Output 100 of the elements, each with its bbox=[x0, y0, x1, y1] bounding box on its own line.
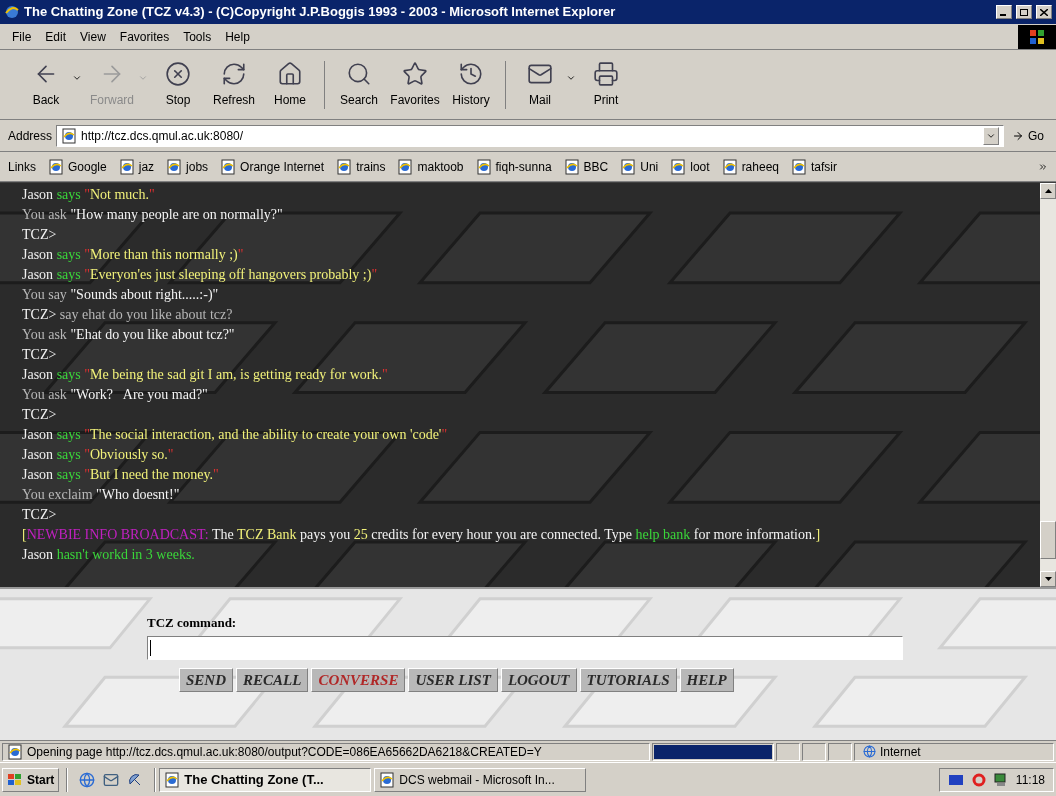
chat-line: [NEWBIE INFO BROADCAST: The TCZ Bank pays you 25 credits for every hour you are connected. Type help bank for more information.] bbox=[22, 526, 821, 544]
menu-item[interactable]: Tools bbox=[183, 27, 212, 46]
command-label: TCZ command: bbox=[147, 614, 238, 632]
toolbar-button[interactable]: Stop bbox=[152, 60, 204, 109]
chat-line: Jason says "More than this normally ;)" bbox=[22, 246, 244, 264]
link-button[interactable]: Google bbox=[48, 157, 107, 176]
close-icon bbox=[1040, 8, 1048, 16]
toolbar-button[interactable]: Search bbox=[333, 60, 385, 109]
link-button[interactable]: BBC bbox=[563, 157, 609, 176]
menu-item[interactable]: Help bbox=[225, 27, 250, 46]
chat-line: Jason says "The social interaction, and the ability to create your own 'code'" bbox=[22, 426, 448, 444]
page-icon bbox=[118, 158, 135, 175]
chat-line: TCZ> bbox=[22, 506, 57, 524]
scroll-thumb[interactable] bbox=[1040, 521, 1056, 559]
address-label: Address bbox=[8, 127, 53, 145]
link-button[interactable]: fiqh-sunna bbox=[475, 157, 552, 176]
envelope-icon[interactable] bbox=[103, 771, 120, 788]
link-button[interactable]: trains bbox=[336, 157, 386, 176]
chat-line: You exclaim "Who doesnt!" bbox=[22, 486, 180, 504]
go-arrow-icon bbox=[1012, 129, 1024, 142]
close-circle-icon bbox=[165, 60, 191, 87]
link-button[interactable]: maktoob bbox=[397, 157, 464, 176]
address-field[interactable]: http://tcz.dcs.qmul.ac.uk:8080/ bbox=[56, 124, 1004, 147]
go-button[interactable]: Go bbox=[1008, 126, 1048, 145]
menu-item[interactable]: Edit bbox=[45, 27, 67, 46]
chat-line: You ask "Ehat do you like about tcz?" bbox=[22, 326, 235, 344]
chat-line: Jason hasn't workd in 3 weeks. bbox=[22, 546, 195, 564]
refresh-icon bbox=[221, 60, 247, 87]
ring-icon bbox=[971, 772, 986, 787]
printer-icon bbox=[593, 60, 619, 87]
chat-line: You ask "How many people are on normally?" bbox=[22, 206, 283, 224]
command-button[interactable]: RECALL bbox=[236, 667, 309, 692]
scroll-down-icon[interactable] bbox=[1044, 577, 1052, 581]
link-button[interactable]: loot bbox=[670, 157, 710, 176]
network-icon bbox=[947, 772, 964, 787]
status-text: Opening page http://tcz.dcs.qmul.ac.uk:8080/output?CODE=086EA65662DA6218&CREATED=Y bbox=[2, 742, 650, 761]
links-label: Links bbox=[8, 158, 36, 176]
toolbar-button[interactable]: History bbox=[445, 60, 497, 109]
page-icon bbox=[61, 127, 78, 144]
command-button[interactable]: HELP bbox=[679, 667, 734, 692]
menu-item[interactable]: Favorites bbox=[119, 27, 170, 46]
command-button[interactable]: SEND bbox=[179, 667, 233, 692]
command-button[interactable]: USER LIST bbox=[408, 667, 498, 692]
start-button[interactable]: Start bbox=[2, 767, 60, 792]
browser-icon bbox=[4, 4, 20, 20]
page-icon bbox=[164, 771, 181, 788]
clock-icon bbox=[458, 60, 484, 87]
throbber-icon bbox=[1018, 24, 1056, 49]
chat-line: TCZ> bbox=[22, 226, 57, 244]
command-button[interactable]: TUTORIALS bbox=[579, 667, 677, 692]
globe-icon[interactable] bbox=[79, 771, 96, 788]
command-button[interactable]: LOGOUT bbox=[500, 667, 577, 692]
chat-line: You ask "Work? Are you mad?" bbox=[22, 386, 208, 404]
toolbar-button[interactable]: Home bbox=[264, 60, 316, 109]
chat-line: TCZ> say ehat do you like about tcz? bbox=[22, 306, 233, 324]
page-icon bbox=[475, 158, 492, 175]
page-icon bbox=[48, 158, 64, 175]
page-icon bbox=[721, 158, 738, 175]
toolbar-button[interactable]: Print bbox=[580, 60, 632, 109]
maximize-button[interactable] bbox=[1016, 5, 1032, 19]
page-icon bbox=[166, 158, 183, 175]
windows-flag-icon bbox=[7, 772, 23, 787]
star-icon bbox=[402, 60, 428, 87]
link-button[interactable]: jobs bbox=[166, 157, 209, 176]
status-pane bbox=[802, 742, 826, 761]
page-icon bbox=[620, 158, 637, 175]
toolbar-button[interactable]: Favorites bbox=[389, 60, 441, 109]
page-icon bbox=[7, 743, 23, 760]
page-icon bbox=[336, 158, 353, 175]
menu-item[interactable]: View bbox=[80, 27, 106, 46]
taskbar-button[interactable]: DCS webmail - Microsoft In... bbox=[374, 767, 587, 792]
page-icon bbox=[220, 158, 237, 175]
link-button[interactable]: Uni bbox=[620, 157, 659, 176]
chat-line: Jason says "Me being the sad git I am, is getting ready for work." bbox=[22, 366, 388, 384]
chat-line: TCZ> bbox=[22, 406, 57, 424]
chat-line: Jason says "Obviously so." bbox=[22, 446, 174, 464]
scroll-up-icon[interactable] bbox=[1044, 189, 1052, 193]
toolbar-button[interactable]: Refresh bbox=[208, 60, 260, 109]
link-button[interactable]: tafsir bbox=[791, 157, 837, 176]
window-title: The Chatting Zone (TCZ v4.3) - (C)Copyright J.P.Boggis 1993 - 2003 - Microsoft Internet Explorer bbox=[24, 3, 617, 22]
more-links-icon[interactable] bbox=[1038, 161, 1048, 172]
page-icon bbox=[670, 158, 687, 175]
toolbar-button[interactable]: Mail bbox=[514, 60, 566, 109]
link-button[interactable]: jaz bbox=[118, 157, 155, 176]
command-input[interactable] bbox=[147, 635, 903, 660]
status-pane bbox=[828, 742, 852, 761]
minimize-button[interactable] bbox=[996, 5, 1012, 19]
computer-icon bbox=[993, 772, 1008, 787]
link-button[interactable]: Orange Internet bbox=[220, 157, 325, 176]
page-icon bbox=[791, 158, 807, 175]
link-button[interactable]: raheeq bbox=[721, 157, 779, 176]
page-icon bbox=[379, 771, 396, 788]
menu-item[interactable]: File bbox=[12, 27, 32, 46]
scrollbar[interactable] bbox=[1040, 183, 1056, 587]
chat-line: Jason says "Everyon'es just sleeping off hangovers probably ;)" bbox=[22, 266, 378, 284]
toolbar-button[interactable]: Back bbox=[20, 60, 72, 109]
close-button[interactable] bbox=[1036, 5, 1052, 19]
chat-line: Jason says "Not much." bbox=[22, 186, 155, 204]
taskbar-button[interactable]: The Chatting Zone (T... bbox=[159, 767, 372, 792]
house-icon bbox=[277, 60, 303, 87]
